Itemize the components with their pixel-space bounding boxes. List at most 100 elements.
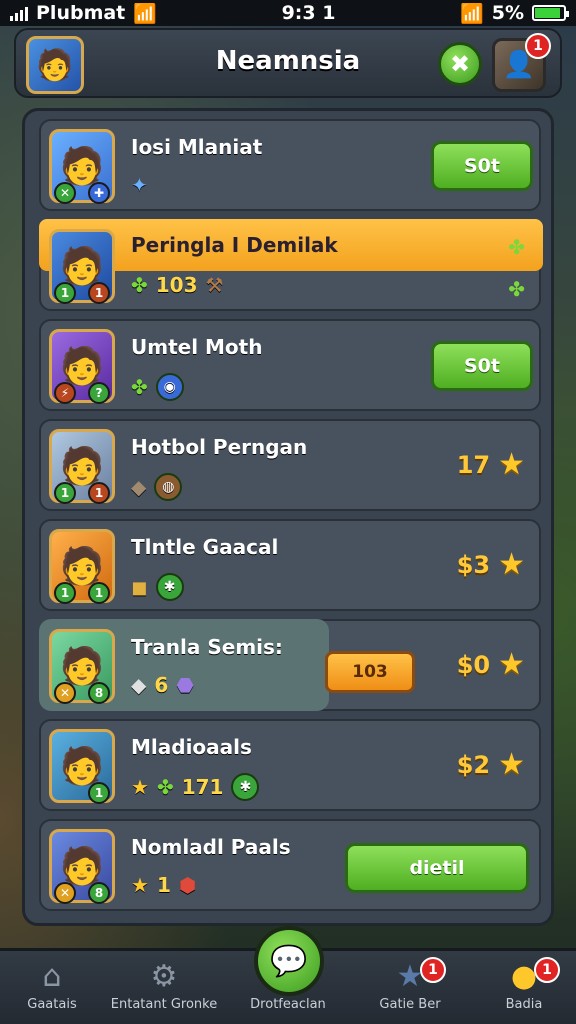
battery-icon (531, 5, 569, 21)
detail-button[interactable]: dietil (345, 843, 529, 893)
notification-badge: 1 (420, 957, 446, 983)
price-value: $3 (456, 550, 491, 579)
hero-name: Tlntle Gaacal (131, 535, 279, 559)
close-button[interactable]: ✖ (438, 42, 482, 86)
level-icon: ⚡ (54, 382, 76, 404)
list-item[interactable]: 🧑 1 1 Tlntle Gaacal ◼ ✱ $3 ★ (39, 519, 541, 611)
profile-button[interactable]: 👤 1 (492, 33, 551, 92)
nav-item-guild[interactable]: ★ Gatie Ber 1 (350, 957, 470, 1023)
hero-items: ✤ 103 ⚒ (131, 273, 223, 297)
gear-icon: ✱ (231, 773, 260, 801)
hero-name: Hotbol Perngan (131, 435, 308, 459)
gem-icon: ⬢ (178, 873, 197, 897)
level-icon: 1 (54, 482, 76, 504)
price-value: $2 (456, 750, 491, 779)
list-item[interactable]: 🧑 ✕ 8 Tranla Semis: ◆ 6 ⬣ 103 $0 ★ (39, 619, 541, 711)
leaf-icon: ✤ (131, 273, 148, 297)
star-icon: ★ (396, 959, 424, 994)
item-count: 103 (155, 273, 198, 297)
hero-portrait: 🧑 1 1 (49, 429, 115, 504)
hero-name: Mladioaals (131, 735, 252, 759)
class-icon: 8 (88, 682, 110, 704)
list-item[interactable]: 🧑 ✕ ✚ Iosi Mlaniat ✦ S0t (39, 119, 541, 211)
list-item[interactable]: 🧑 1 Mladioaals ★ ✤ 171 ✱ $2 ★ (39, 719, 541, 811)
star-icon: ★ (131, 873, 149, 897)
leaf-icon: ✤ (508, 277, 525, 301)
leaf-icon: ✤ (156, 775, 174, 799)
hero-items: ★ 1 ⬢ (131, 873, 196, 897)
hero-price: $2 ★ (457, 747, 525, 782)
hero-name: Peringla I Demilak (131, 233, 338, 257)
clock: 9:3 1 (281, 2, 336, 24)
hero-price: 17 ★ (457, 447, 525, 482)
notification-badge: 1 (525, 33, 551, 59)
level-icon: ✕ (54, 882, 76, 904)
chat-button[interactable]: 💬 (254, 926, 324, 996)
price-value: 17 (456, 450, 491, 479)
hero-price: $3 ★ (457, 547, 525, 582)
hero-name: Tranla Semis: (131, 635, 283, 659)
list-item[interactable]: 🧑 1 1 Peringla I Demilak ✤ ✤ 103 ⚒ ✤ (39, 219, 543, 311)
crate-icon: ◼ (131, 575, 148, 599)
hero-portrait: 🧑 1 1 (49, 229, 115, 304)
hero-portrait: 🧑 ✕ 8 (49, 629, 115, 704)
upgrade-button[interactable]: 103 (325, 651, 415, 693)
nav-item-badges[interactable]: ● Badia 1 (464, 957, 576, 1023)
list-item[interactable]: 🧑 1 1 Hotbol Perngan ◆ ◍ 17 ★ (39, 419, 541, 511)
class-icon: ✚ (88, 182, 110, 204)
nav-item-home[interactable]: ⌂ Gaatais (0, 957, 112, 1023)
signal-icon (10, 5, 28, 21)
carrier-label: Plubmat (36, 2, 126, 24)
hammer-icon: ⚒ (205, 273, 224, 297)
class-icon: 8 (88, 882, 110, 904)
select-button[interactable]: S0t (431, 141, 533, 191)
star-icon: ★ (131, 775, 149, 799)
level-icon: 1 (54, 582, 76, 604)
leaf-icon: ✤ (131, 375, 148, 399)
wifi-icon: 📶 (133, 2, 157, 25)
hero-name: Nomladl Paals (131, 835, 291, 859)
list-item[interactable]: 🧑 ✕ 8 Nomladl Paals ★ 1 ⬢ dietil (39, 819, 541, 911)
level-icon: ✕ (54, 182, 76, 204)
roster-panel: 🧑 ✕ ✚ Iosi Mlaniat ✦ S0t 🧑 1 1 Peringla … (22, 108, 554, 926)
item-count: 6 (154, 673, 169, 697)
header-bar: 🧑 Neamnsia ✖ 👤 1 (14, 28, 562, 98)
notification-badge: 1 (534, 957, 560, 983)
hero-items: ◆ ◍ (131, 473, 183, 501)
hero-portrait: 🧑 1 1 (49, 529, 115, 604)
class-icon: 1 (88, 482, 110, 504)
rock-icon: ◆ (131, 673, 147, 697)
hero-name: Umtel Moth (131, 335, 263, 359)
stone-icon: ◆ (131, 475, 147, 499)
battery-percent: 5% (491, 2, 524, 24)
hero-items: ✤ ◉ (131, 373, 184, 401)
nav-item-gear[interactable]: ⚙ Entatant Gronke (102, 957, 226, 1023)
level-icon: 1 (54, 282, 76, 304)
hero-price: $0 ★ (457, 647, 525, 682)
chat-bubble-icon: 💬 (270, 943, 308, 979)
medal-icon: ● (510, 959, 538, 994)
star-icon: ★ (498, 547, 525, 582)
list-item[interactable]: 🧑 ⚡ ? Umtel Moth ✤ ◉ S0t (39, 319, 541, 411)
star-icon: ★ (498, 747, 525, 782)
crystal-icon: ⬣ (176, 673, 194, 697)
gear-icon: ⚙ (150, 959, 178, 994)
hero-items: ◼ ✱ (131, 573, 184, 601)
class-icon: 1 (88, 782, 110, 804)
close-icon: ✖ (449, 50, 471, 78)
hero-items: ◆ 6 ⬣ (131, 673, 194, 697)
star-icon: ★ (498, 447, 525, 482)
select-button[interactable]: S0t (431, 341, 533, 391)
class-icon: ? (88, 382, 110, 404)
hero-portrait: 🧑 ✕ ✚ (49, 129, 115, 204)
home-icon: ⌂ (42, 959, 62, 994)
class-icon: 1 (88, 282, 110, 304)
wifi-icon: 📶 (460, 2, 484, 25)
sparkle-icon: ✦ (131, 173, 148, 197)
star-icon: ★ (498, 647, 525, 682)
hero-portrait: 🧑 1 (49, 729, 115, 804)
hero-name: Iosi Mlaniat (131, 135, 263, 159)
hero-items: ✦ (131, 173, 148, 197)
gear-icon: ✱ (155, 573, 184, 601)
class-icon: 1 (88, 582, 110, 604)
